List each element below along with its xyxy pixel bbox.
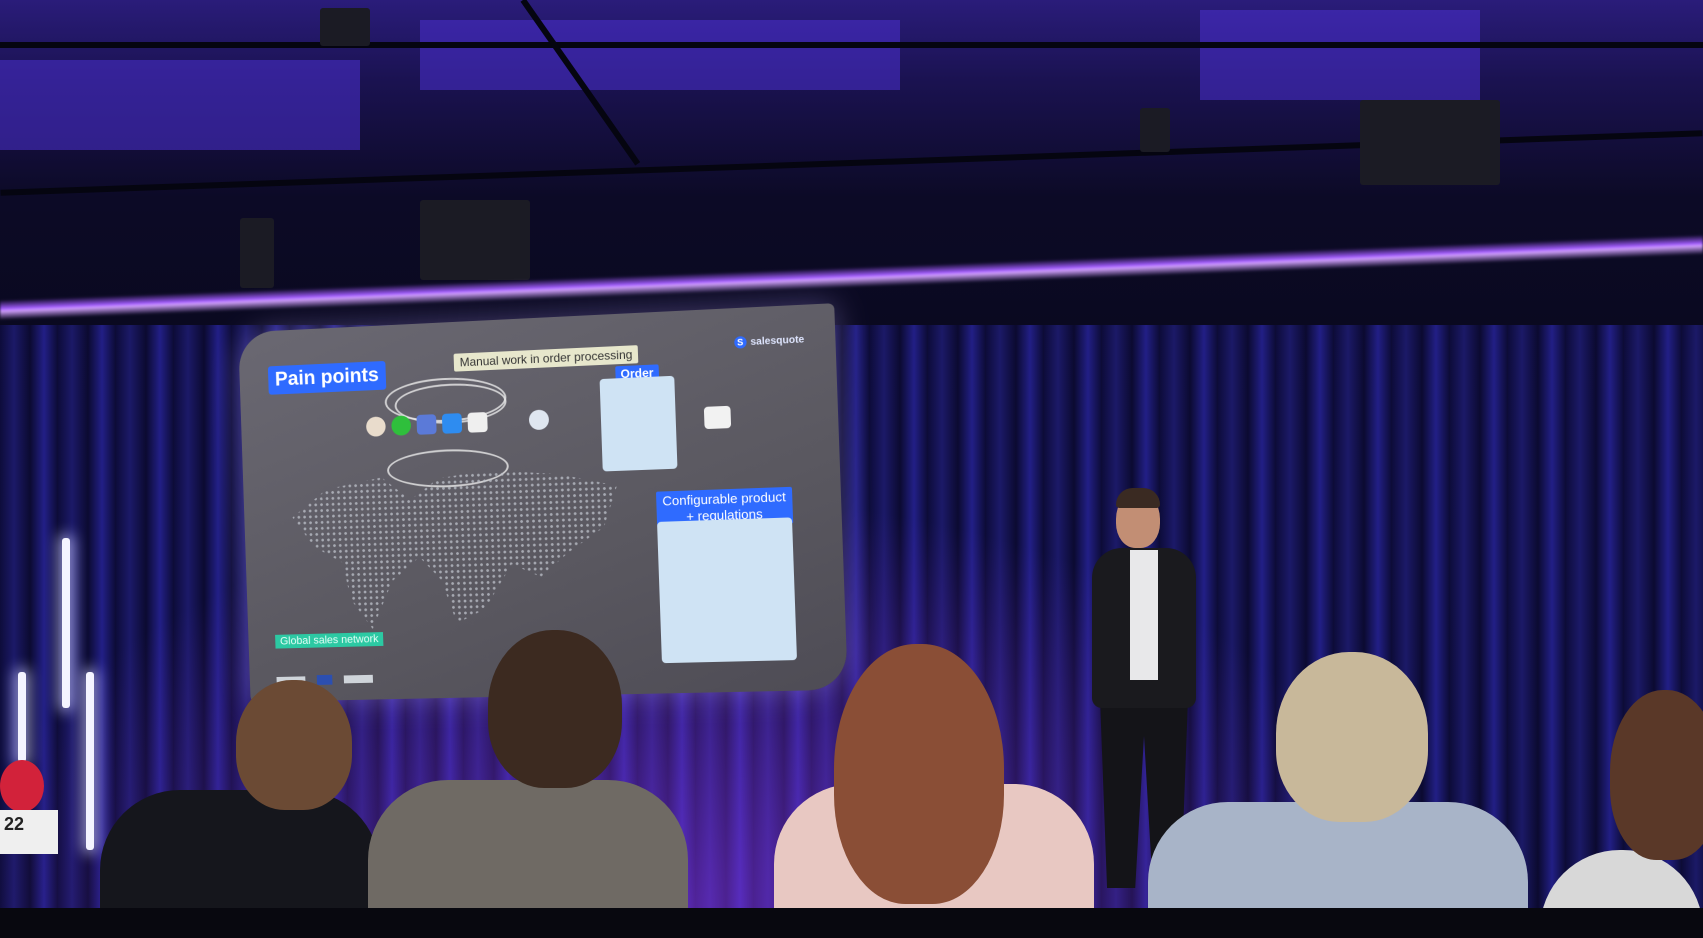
manual-work-label: Manual work in order processing <box>453 345 639 372</box>
phone-icon <box>391 415 412 436</box>
person-icon <box>528 409 550 431</box>
world-map <box>277 454 636 634</box>
slide-title: Pain points <box>267 360 387 395</box>
audience-member <box>764 644 1094 938</box>
order-document-icon <box>599 375 678 472</box>
light-tube <box>62 538 70 708</box>
audience-head <box>1276 652 1428 822</box>
audience-member <box>90 680 390 938</box>
audience-hair <box>834 644 1004 904</box>
mail-icon <box>416 414 437 435</box>
brand-name: salesquote <box>750 333 805 348</box>
ceiling-light-panel <box>0 60 360 150</box>
speaker-fixture <box>1360 100 1500 185</box>
truss-beam <box>0 42 1703 48</box>
ceiling-light-panel <box>420 20 900 90</box>
ceiling-light-panel <box>1200 10 1480 100</box>
form-icon <box>467 412 488 433</box>
spotlight-fixture <box>320 8 370 46</box>
spotlight-fixture <box>240 218 274 288</box>
brand-icon: S <box>733 335 747 349</box>
message-icon <box>441 413 463 434</box>
audience-member <box>360 630 690 938</box>
brand-logo: S salesquote <box>733 333 805 349</box>
light-tube <box>18 672 26 762</box>
table-edge <box>0 908 1703 938</box>
speaker-fixture <box>420 200 530 280</box>
audience-member <box>1148 652 1528 938</box>
red-balloon <box>0 760 44 812</box>
conference-photo: Pain points S salesquote Manual work in … <box>0 0 1703 938</box>
audience-member <box>1540 690 1703 938</box>
presenter-hair <box>1116 488 1160 508</box>
table-number-stand: 22 <box>0 810 58 854</box>
audience-head <box>488 630 622 788</box>
audience-head <box>236 680 352 810</box>
communication-icons <box>365 412 488 437</box>
factory-icon <box>703 405 732 430</box>
spotlight-fixture <box>1140 108 1170 152</box>
person-icon <box>365 416 386 437</box>
audience-head <box>1610 690 1703 860</box>
